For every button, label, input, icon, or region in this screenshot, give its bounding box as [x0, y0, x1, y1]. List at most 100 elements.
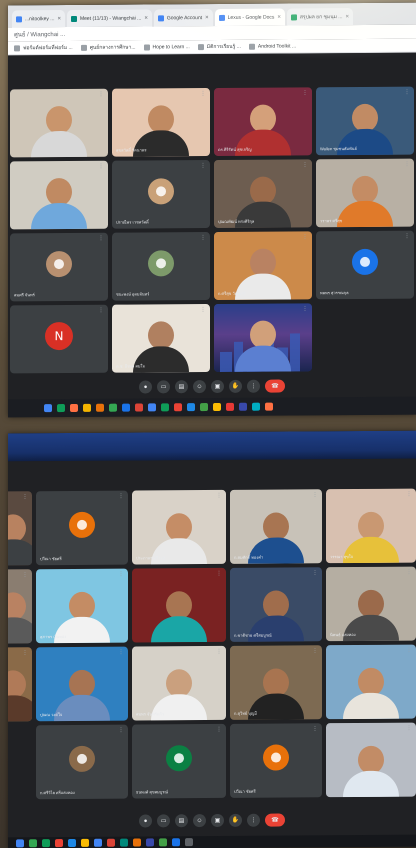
participant-tile[interactable]: ⋮: [132, 567, 226, 643]
tile-options-icon[interactable]: ⋮: [118, 650, 124, 656]
taskbar-app-icon[interactable]: [81, 838, 89, 847]
tile-options-icon[interactable]: ⋮: [312, 492, 318, 498]
taskbar-app-icon[interactable]: [172, 838, 180, 847]
tile-options-icon[interactable]: ⋮: [216, 571, 222, 577]
participant-tile[interactable]: ⋮ พลพร สุวรรณกุล: [316, 230, 414, 300]
tile-options-icon[interactable]: ⋮: [406, 726, 412, 732]
present-button[interactable]: ▣: [211, 379, 224, 394]
tab-close-icon[interactable]: ×: [144, 15, 148, 21]
taskbar-app-icon[interactable]: [44, 404, 52, 413]
participant-tile[interactable]: ⋮ ก.ศรีวิไล ศรีแสงทอง: [36, 724, 128, 800]
participant-tile[interactable]: ⋮ ด.ช. ธีรพล สมใจ: [112, 304, 210, 373]
participant-tile[interactable]: ⋮: [214, 303, 312, 372]
tile-options-icon[interactable]: ⋮: [302, 90, 308, 96]
taskbar-app-icon[interactable]: [161, 403, 169, 412]
tile-options-icon[interactable]: ⋮: [98, 236, 104, 242]
bookmark-item[interactable]: Hope to Learn ...: [143, 44, 190, 50]
taskbar-app-icon[interactable]: [174, 403, 182, 412]
participant-tile[interactable]: ⋮ ธนพงศ์ สุขสมบูรณ์: [132, 723, 226, 799]
tile-options-icon[interactable]: ⋮: [216, 727, 222, 733]
participant-tile[interactable]: ⋮: [8, 569, 32, 644]
tile-options-icon[interactable]: ⋮: [200, 91, 206, 97]
taskbar-app-icon[interactable]: [16, 839, 24, 848]
participant-tile[interactable]: ⋮ สุภาพร เงินทอง: [36, 568, 128, 644]
participant-tile[interactable]: N ⋮: [10, 304, 108, 374]
browser-tab[interactable]: ...nitoolkey ... ×: [12, 10, 65, 28]
taskbar-app-icon[interactable]: [42, 839, 50, 848]
participant-tile[interactable]: ⋮ ก.สมศักดิ์ ทองคำ: [230, 489, 322, 564]
browser-tab[interactable]: สรุปผล ยก ชุมนุม ... ×: [286, 8, 353, 26]
mic-button[interactable]: ●: [139, 814, 152, 828]
taskbar-app-icon[interactable]: [57, 404, 65, 413]
tile-options-icon[interactable]: ⋮: [312, 726, 318, 732]
participant-tile[interactable]: ⋮: [8, 491, 32, 566]
tab-close-icon[interactable]: ×: [277, 14, 281, 20]
participant-tile[interactable]: ⋮ ชนะพงษ์ อุดมจันทร์: [112, 232, 210, 301]
participant-tile[interactable]: ⋮ สมศรี จันทร์: [10, 232, 108, 302]
camera-button[interactable]: ▭: [157, 814, 170, 828]
taskbar-app-icon[interactable]: [187, 403, 195, 412]
participant-tile[interactable]: ⋮ Wallee ชุมชนสัมพันธ์: [316, 86, 414, 156]
mic-button[interactable]: ●: [139, 380, 152, 394]
participant-tile[interactable]: [8, 725, 32, 799]
tile-options-icon[interactable]: ⋮: [404, 234, 410, 240]
present-button[interactable]: ▣: [211, 813, 224, 828]
reactions-button[interactable]: ☺: [193, 814, 206, 828]
tab-close-icon[interactable]: ×: [345, 14, 349, 20]
taskbar-app-icon[interactable]: [96, 403, 104, 412]
participant-tile[interactable]: ⋮ ปวีณา ชัยศรี: [230, 723, 322, 798]
browser-tab[interactable]: Meet (11/13) - Wiangchai ... ×: [66, 9, 152, 28]
participant-tile[interactable]: ⋮: [326, 644, 416, 720]
participant-tile[interactable]: ⋮ ปุณณ วงค์ใจ: [36, 646, 128, 722]
taskbar-app-icon[interactable]: [94, 838, 102, 847]
tile-options-icon[interactable]: ⋮: [200, 163, 206, 169]
participant-tile[interactable]: ⋮ ปุณณพัฒน์ ทรงศิริกุล: [214, 159, 312, 228]
raise-hand-button[interactable]: ✋: [229, 379, 242, 393]
tile-options-icon[interactable]: ⋮: [406, 492, 412, 498]
tile-options-icon[interactable]: ⋮: [302, 162, 308, 168]
more-options-button[interactable]: ⋮: [247, 813, 260, 827]
taskbar-app-icon[interactable]: [122, 403, 130, 412]
participant-tile[interactable]: ⋮: [8, 647, 32, 722]
participant-tile[interactable]: ⋮ สุขสวัสดิ์ รัตนาพร: [112, 88, 210, 157]
taskbar-app-icon[interactable]: [70, 403, 78, 412]
taskbar-app-icon[interactable]: [107, 838, 115, 847]
captions-button[interactable]: ▤: [175, 814, 188, 828]
raise-hand-button[interactable]: ✋: [229, 813, 242, 827]
tab-close-icon[interactable]: ×: [205, 15, 209, 21]
taskbar-app-icon[interactable]: [200, 403, 208, 412]
taskbar-app-icon[interactable]: [135, 403, 143, 412]
participant-tile[interactable]: ⋮ ปราณีพร เวชสวัสดิ์: [112, 160, 210, 229]
taskbar-app-icon[interactable]: [265, 402, 273, 411]
reactions-button[interactable]: ☺: [193, 380, 206, 394]
tile-options-icon[interactable]: ⋮: [118, 728, 124, 734]
taskbar-app-icon[interactable]: [213, 402, 221, 411]
bookmark-item[interactable]: ศูนย์กลางการศึกษา...: [80, 43, 136, 51]
tile-options-icon[interactable]: ⋮: [98, 92, 104, 98]
taskbar-app-icon[interactable]: [29, 839, 37, 848]
tile-options-icon[interactable]: ⋮: [118, 572, 124, 578]
captions-button[interactable]: ▤: [175, 380, 188, 394]
taskbar-app-icon[interactable]: [109, 403, 117, 412]
participant-tile[interactable]: ⋮ ก.สุวิทย์ บุญมี: [230, 645, 322, 720]
leave-call-button[interactable]: ☎: [265, 379, 285, 393]
taskbar-app-icon[interactable]: [68, 838, 76, 848]
browser-tab[interactable]: Lexus - Google Docs ×: [214, 8, 285, 26]
participant-tile[interactable]: ⋮: [10, 160, 108, 230]
participant-tile[interactable]: ⋮ ก.ชาติชาย ศรีสมบูรณ์: [230, 567, 322, 642]
tile-options-icon[interactable]: ⋮: [200, 235, 206, 241]
taskbar-app-icon[interactable]: [226, 402, 234, 411]
bookmark-item[interactable]: มิติการเรียนรู้ ...: [197, 42, 241, 50]
taskbar-app-icon[interactable]: [120, 838, 128, 847]
participant-tile[interactable]: ⋮ นิพนธ์ แสงทอง: [326, 566, 416, 642]
tile-options-icon[interactable]: ⋮: [302, 306, 308, 312]
participant-tile[interactable]: ⋮: [326, 722, 416, 798]
participant-tile[interactable]: ⋮: [10, 88, 108, 158]
taskbar-app-icon[interactable]: [83, 403, 91, 412]
tile-options-icon[interactable]: ⋮: [404, 162, 410, 168]
participant-tile[interactable]: ⋮ วราพร ศรีสุข: [316, 158, 414, 228]
taskbar-app-icon[interactable]: [146, 838, 154, 847]
tile-options-icon[interactable]: ⋮: [200, 307, 206, 313]
taskbar-app-icon[interactable]: [185, 838, 193, 847]
tile-options-icon[interactable]: ⋮: [404, 90, 410, 96]
